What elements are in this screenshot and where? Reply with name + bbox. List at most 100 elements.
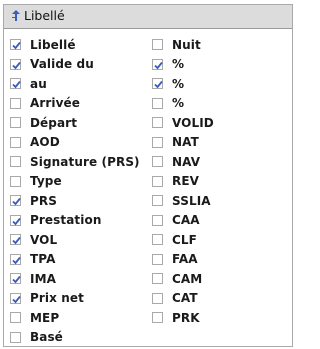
column-option-label: Type [30,174,62,189]
checkmark-icon [154,81,163,89]
checkbox[interactable] [10,175,21,187]
checkmark-icon [12,42,21,50]
column-option-label: SSLIA [172,193,211,208]
checkbox[interactable] [152,39,163,51]
checkbox[interactable] [152,214,163,226]
checkbox[interactable] [10,58,21,70]
checkbox[interactable] [10,312,21,324]
checkbox[interactable] [152,156,163,168]
checkbox[interactable] [10,214,21,226]
column-option-item[interactable]: VOL [10,230,140,250]
column-option-item[interactable]: Prestation [10,211,140,231]
column-option-item[interactable]: NAV [152,152,214,172]
column-option-item[interactable]: CAM [152,269,214,289]
column-option-label: CAT [172,291,198,306]
checkbox[interactable] [152,78,163,90]
checkbox[interactable] [10,273,21,285]
checkbox[interactable] [10,136,21,148]
checkbox[interactable] [10,292,21,304]
checkbox[interactable] [152,117,163,129]
column-option-item[interactable]: FAA [152,250,214,270]
checkbox[interactable] [152,97,163,109]
column-option-item[interactable]: PRK [152,308,214,328]
column-option-item[interactable]: Départ [10,113,140,133]
column-option-item[interactable]: AOD [10,133,140,153]
column-option-item[interactable]: Arrivée [10,94,140,114]
column-option-item[interactable]: CAA [152,211,214,231]
column-option-item[interactable]: VOLID [152,113,214,133]
column-option-label: FAA [172,252,198,267]
checkmark-icon [154,61,163,70]
column-option-item[interactable]: CAT [152,289,214,309]
checkmark-icon [12,295,21,304]
checkbox[interactable] [10,117,21,129]
column-option-label: AOD [30,135,60,150]
sort-icon [12,10,20,21]
column-option-label: CAA [172,213,200,228]
list-header[interactable]: Libellé [4,5,292,29]
column-option-item[interactable]: NAT [152,133,214,153]
column-option-item[interactable]: Type [10,172,140,192]
checkbox[interactable] [10,253,21,265]
checkbox[interactable] [10,97,21,109]
checkbox[interactable] [10,78,21,90]
column-option-label: % [172,96,185,111]
column-option-item[interactable]: % [152,74,214,94]
checkbox[interactable] [152,58,163,70]
column-option-label: REV [172,174,200,189]
checkbox[interactable] [10,39,21,51]
column-option-item[interactable]: REV [152,172,214,192]
column-option-label: VOLID [172,115,214,130]
column-option-label: % [172,76,185,91]
column-option-label: MEP [30,310,60,325]
checkbox[interactable] [10,156,21,168]
column-option-item[interactable]: IMA [10,269,140,289]
checkmark-icon [12,198,21,206]
column-option-item[interactable]: SSLIA [152,191,214,211]
checkbox[interactable] [10,234,21,246]
column-option-label: Valide du [30,57,94,72]
column-option-label: Prestation [30,213,102,228]
column-option-item[interactable]: MEP [10,308,140,328]
checkmark-icon [12,81,21,89]
column-option-item[interactable]: Valide du [10,55,140,75]
column-option-item[interactable]: TPA [10,250,140,270]
column-option-label: Départ [30,115,78,130]
column-option-label: IMA [30,271,56,286]
column-option-label: NAT [172,135,199,150]
checkbox[interactable] [10,331,21,343]
column-option-item[interactable]: Nuit [152,35,214,55]
column-option-label: Signature (PRS) [30,154,140,169]
checkbox[interactable] [152,195,163,207]
column-option-label: Arrivée [30,96,81,111]
column-option-item[interactable]: Prix net [10,289,140,309]
left-column: Libellé Valide du au Arrivée Départ AOD Signat… [10,35,140,347]
column-option-item[interactable]: % [152,55,214,75]
checkbox[interactable] [152,234,163,246]
column-option-label: PRS [30,193,57,208]
checkbox[interactable] [10,195,21,207]
checkmark-icon [12,256,21,265]
column-option-item[interactable]: Basé [10,328,140,348]
checkbox[interactable] [152,175,163,187]
column-option-item[interactable]: CLF [152,230,214,250]
column-option-label: Libellé [30,37,76,52]
column-option-label: NAV [172,154,201,169]
checkmark-icon [12,237,21,245]
checkbox[interactable] [152,136,163,148]
column-option-label: Nuit [172,37,201,52]
checkbox[interactable] [152,292,163,304]
column-option-item[interactable]: % [152,94,214,114]
column-option-item[interactable]: PRS [10,191,140,211]
checkbox[interactable] [152,273,163,285]
checkbox[interactable] [152,312,163,324]
checkmark-icon [12,276,21,284]
column-option-label: Basé [30,330,63,345]
header-label: Libellé [24,8,65,23]
column-option-item[interactable]: Signature (PRS) [10,152,140,172]
checkbox[interactable] [152,253,163,265]
column-option-label: Prix net [30,291,84,306]
column-option-label: VOL [30,232,58,247]
column-option-item[interactable]: au [10,74,140,94]
column-option-item[interactable]: Libellé [10,35,140,55]
